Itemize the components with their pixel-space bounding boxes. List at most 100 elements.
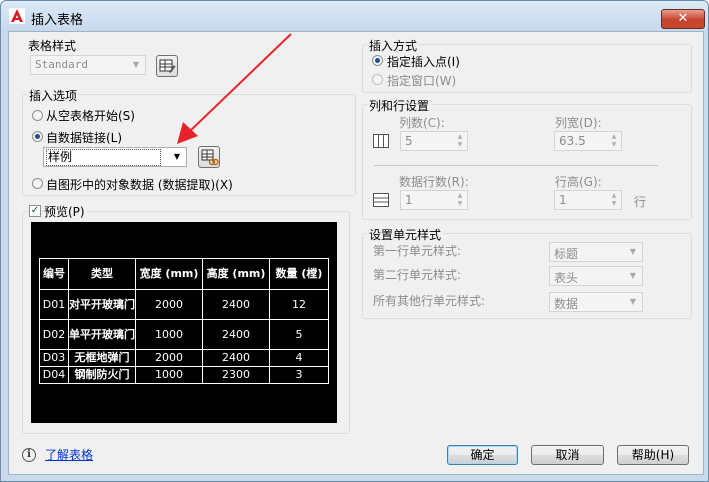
row-height-label: 行高(G): bbox=[555, 175, 602, 189]
header-cell: 编号 bbox=[39, 258, 69, 290]
columns-rows-label: 列和行设置 bbox=[367, 97, 432, 114]
data-rows-spinner[interactable]: 1 ▲ ▼ bbox=[400, 190, 468, 210]
table-cell: 4 bbox=[269, 349, 329, 367]
table-cell: 2400 bbox=[202, 349, 270, 367]
datalink-label: 自数据链接(L) bbox=[46, 131, 123, 145]
chevron-down-icon: ▼ bbox=[173, 152, 181, 161]
learn-tables-link[interactable]: 了解表格 bbox=[45, 446, 93, 463]
table-cell: 2000 bbox=[135, 349, 203, 367]
empty-table-label: 从空表格开始(S) bbox=[46, 109, 135, 123]
insert-options-label: 插入选项 bbox=[27, 87, 80, 104]
header-cell: 数量 (樘) bbox=[269, 258, 329, 290]
help-button[interactable]: 帮助(H) bbox=[617, 445, 689, 465]
table-style-label: 表格样式 bbox=[28, 39, 77, 53]
table-row: D02 单平开玻璃门 1000 2400 5 bbox=[39, 319, 329, 350]
spin-down-icon: ▼ bbox=[457, 141, 463, 148]
rows-icon bbox=[373, 193, 389, 207]
other-rows-style-combo[interactable]: 数据 ▼ bbox=[549, 292, 643, 312]
object-data-label: 自图形中的对象数据 (数据提取)(X) bbox=[46, 178, 233, 192]
table-cell: 2400 bbox=[202, 319, 270, 350]
columns-value: 5 bbox=[405, 134, 413, 148]
table-cell: 2300 bbox=[202, 366, 270, 384]
other-rows-style-label: 所有其他行单元样式: bbox=[373, 294, 486, 308]
table-cell: 对平开玻璃门 bbox=[68, 289, 136, 320]
datalink-combo[interactable]: 样例 ▼ bbox=[43, 147, 187, 167]
cell-styles-label: 设置单元样式 bbox=[367, 226, 444, 243]
table-cell: 2000 bbox=[135, 289, 203, 320]
table-cell: D01 bbox=[39, 289, 69, 320]
close-icon: ✕ bbox=[677, 11, 689, 26]
table-style-combo: Standard ▼ bbox=[30, 55, 146, 75]
table-cell: 2400 bbox=[202, 289, 270, 320]
preview-table: 编号 类型 宽度 (mm) 高度 (mm) 数量 (樘) D01 对平开玻璃门 … bbox=[39, 258, 329, 384]
table-cell: D02 bbox=[39, 319, 69, 350]
preview-header-row: 编号 类型 宽度 (mm) 高度 (mm) 数量 (樘) bbox=[39, 258, 329, 290]
insert-point-label: 指定插入点(I) bbox=[387, 55, 460, 69]
datalink-manager-icon bbox=[201, 149, 219, 166]
red-arrow-annotation bbox=[177, 33, 292, 144]
dialog-client: 表格样式 Standard ▼ 插入选项 从空表格开始(S) 自数据链接(L) … bbox=[8, 31, 704, 475]
cancel-button[interactable]: 取消 bbox=[531, 445, 604, 465]
spin-up-icon: ▲ bbox=[611, 133, 617, 140]
row-unit-label: 行 bbox=[634, 195, 647, 209]
col-width-value: 63.5 bbox=[559, 134, 586, 148]
data-rows-value: 1 bbox=[405, 193, 413, 207]
table-cell: 12 bbox=[269, 289, 329, 320]
close-button[interactable]: ✕ bbox=[661, 9, 705, 29]
second-row-style-value: 表头 bbox=[554, 271, 579, 285]
columns-rows-divider bbox=[374, 165, 658, 166]
preview-label: 预览(P) bbox=[44, 203, 87, 220]
title-bar[interactable]: 插入表格 ✕ bbox=[1, 1, 708, 33]
header-cell: 类型 bbox=[68, 258, 136, 290]
table-row: D01 对平开玻璃门 2000 2400 12 bbox=[39, 289, 329, 320]
table-row: D04 钢制防火门 1000 2300 3 bbox=[39, 366, 329, 384]
col-width-spinner[interactable]: 63.5 ▲ ▼ bbox=[554, 131, 622, 151]
row-height-value: 1 bbox=[559, 193, 567, 207]
table-cell: 无框地弹门 bbox=[68, 349, 136, 367]
chevron-down-icon: ▼ bbox=[629, 247, 637, 256]
chevron-down-icon: ▼ bbox=[629, 271, 637, 280]
col-width-label: 列宽(D): bbox=[555, 116, 602, 130]
preview-area: 编号 类型 宽度 (mm) 高度 (mm) 数量 (樘) D01 对平开玻璃门 … bbox=[31, 222, 337, 423]
spin-up-icon: ▲ bbox=[611, 192, 617, 199]
insert-method-label: 插入方式 bbox=[367, 37, 420, 54]
insert-table-dialog: 插入表格 ✕ 表格样式 Standard ▼ 插入选项 从空表格开始(S) 自数… bbox=[0, 0, 709, 482]
insert-window-label: 指定窗口(W) bbox=[387, 74, 457, 88]
table-cell: 1000 bbox=[135, 319, 203, 350]
table-cell: 5 bbox=[269, 319, 329, 350]
table-cell: D03 bbox=[39, 349, 69, 367]
second-row-style-combo[interactable]: 表头 ▼ bbox=[549, 266, 643, 286]
first-row-style-value: 标题 bbox=[554, 247, 579, 261]
row-height-spinner[interactable]: 1 ▲ ▼ bbox=[554, 190, 622, 210]
info-icon: i bbox=[22, 448, 36, 462]
object-data-radio[interactable] bbox=[32, 178, 43, 189]
table-cell: 1000 bbox=[135, 366, 203, 384]
table-cell: D04 bbox=[39, 366, 69, 384]
empty-table-radio[interactable] bbox=[32, 110, 43, 121]
autocad-app-icon bbox=[9, 8, 25, 24]
table-cell: 3 bbox=[269, 366, 329, 384]
table-cell: 钢制防火门 bbox=[68, 366, 136, 384]
spin-down-icon: ▼ bbox=[457, 200, 463, 207]
columns-spinner[interactable]: 5 ▲ ▼ bbox=[400, 131, 468, 151]
insert-point-radio[interactable] bbox=[372, 55, 383, 66]
columns-icon bbox=[373, 134, 389, 148]
spin-up-icon: ▲ bbox=[457, 133, 463, 140]
window-title: 插入表格 bbox=[31, 13, 84, 28]
second-row-style-label: 第二行单元样式: bbox=[373, 268, 462, 282]
header-cell: 宽度 (mm) bbox=[135, 258, 203, 290]
header-cell: 高度 (mm) bbox=[202, 258, 270, 290]
first-row-style-label: 第一行单元样式: bbox=[373, 244, 462, 258]
table-row: D03 无框地弹门 2000 2400 4 bbox=[39, 349, 329, 367]
chevron-down-icon: ▼ bbox=[629, 297, 637, 306]
datalink-radio[interactable] bbox=[32, 131, 43, 142]
first-row-style-combo[interactable]: 标题 ▼ bbox=[549, 242, 643, 262]
spin-down-icon: ▼ bbox=[611, 200, 617, 207]
columns-label: 列数(C): bbox=[399, 116, 445, 130]
data-rows-label: 数据行数(R): bbox=[399, 175, 469, 189]
insert-window-radio[interactable] bbox=[372, 74, 383, 85]
ok-button[interactable]: 确定 bbox=[447, 445, 518, 465]
preview-checkbox[interactable]: ✓ bbox=[29, 205, 41, 217]
other-rows-style-value: 数据 bbox=[554, 297, 579, 311]
spin-up-icon: ▲ bbox=[457, 192, 463, 199]
